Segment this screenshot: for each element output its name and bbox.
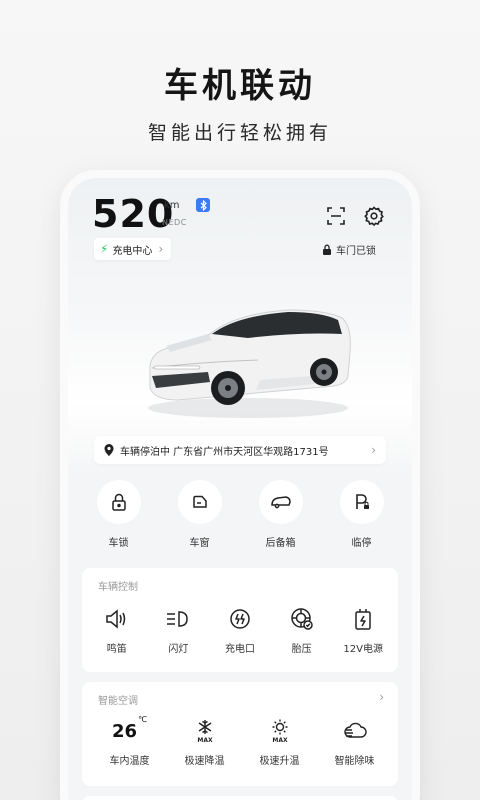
range-value: 520	[92, 192, 175, 236]
max-heat-icon: MAX	[267, 718, 293, 744]
temperature-readout: 26℃	[110, 714, 150, 744]
battery-12v-icon	[350, 606, 376, 632]
quick-action-temp-parking[interactable]: 临停	[332, 480, 392, 556]
temp-parking-icon	[339, 480, 384, 524]
climate-label: 极速降温	[184, 756, 225, 767]
card-title: 智能空调	[98, 696, 138, 707]
card-title: 车辆控制	[98, 582, 138, 593]
control-flash[interactable]: 闪灯	[148, 606, 210, 655]
control-12v-power[interactable]: 12V电源	[332, 606, 394, 655]
climate-row: 26℃ 车内温度 MAX 极速降温 MAX 极速升温 智能除味	[92, 714, 392, 768]
bluetooth-icon	[196, 198, 210, 212]
control-charge-port[interactable]: 充电口	[209, 606, 271, 655]
climate-label: 车内温度	[109, 756, 150, 767]
chevron-right-icon: ›	[158, 242, 164, 256]
quick-actions: 车锁 车窗 后备箱 临停	[78, 480, 402, 556]
vehicle-control-card: 车辆控制 鸣笛 闪灯 充电口 胎压 12V电源	[82, 568, 398, 672]
scan-icon[interactable]	[326, 206, 346, 226]
max-cool-icon: MAX	[192, 718, 218, 744]
quick-action-label: 车窗	[189, 538, 210, 549]
padlock-icon	[323, 244, 331, 255]
control-label: 胎压	[291, 644, 312, 655]
climate-deodorize[interactable]: 智能除味	[322, 718, 388, 767]
door-status-label: 车门已锁	[336, 246, 376, 257]
chevron-right-icon: ›	[371, 443, 376, 457]
climate-label: 极速升温	[259, 756, 300, 767]
location-label: 车辆停泊中 广东省广州市天河区华观路1731号	[120, 446, 329, 458]
climate-max-cool[interactable]: MAX 极速降温	[172, 718, 238, 767]
control-label: 闪灯	[168, 644, 189, 655]
lightning-icon: ⚡	[100, 242, 109, 256]
control-horn[interactable]: 鸣笛	[86, 606, 148, 655]
quick-action-window[interactable]: 车窗	[170, 480, 230, 556]
quick-action-lock[interactable]: 车锁	[89, 480, 149, 556]
next-card-peek	[82, 796, 398, 800]
quick-action-label: 临停	[351, 538, 372, 549]
quick-action-label: 车锁	[108, 538, 129, 549]
vehicle-location-bar[interactable]: 车辆停泊中 广东省广州市天河区华观路1731号 ›	[94, 436, 386, 464]
svg-text:MAX: MAX	[197, 737, 213, 744]
horn-icon	[104, 606, 130, 632]
lock-icon	[96, 480, 141, 524]
phone-frame: 520 km NEDC ⚡ 充电中心 › 车门已锁 车辆停泊中 广东省广州市天河…	[60, 170, 420, 800]
range-standard: NEDC	[162, 218, 187, 227]
charge-port-icon	[227, 606, 253, 632]
headlight-icon	[165, 606, 191, 632]
quick-action-label: 后备箱	[265, 538, 296, 549]
tire-pressure-icon	[289, 606, 315, 632]
quick-action-trunk[interactable]: 后备箱	[251, 480, 311, 556]
promo-title: 车机联动	[164, 66, 316, 106]
control-label: 鸣笛	[106, 644, 127, 655]
chevron-right-icon[interactable]: ›	[379, 690, 384, 704]
range-unit: km	[164, 200, 180, 211]
promo-subtitle: 智能出行轻松拥有	[147, 122, 332, 144]
svg-text:MAX: MAX	[272, 737, 288, 744]
window-icon	[177, 480, 222, 524]
charging-center-label: 充电中心	[112, 245, 153, 257]
app-screen: 520 km NEDC ⚡ 充电中心 › 车门已锁 车辆停泊中 广东省广州市天河…	[68, 178, 412, 800]
temperature-value: 26	[111, 720, 138, 742]
location-pin-icon	[104, 444, 114, 456]
climate-label: 智能除味	[334, 756, 375, 767]
vehicle-image	[138, 296, 358, 426]
settings-icon[interactable]	[364, 206, 384, 227]
control-label: 12V电源	[343, 644, 383, 655]
vehicle-control-row: 鸣笛 闪灯 充电口 胎压 12V电源	[86, 606, 394, 655]
trunk-icon	[258, 480, 303, 524]
control-tire-pressure[interactable]: 胎压	[271, 606, 333, 655]
temperature-unit: ℃	[138, 714, 148, 724]
climate-max-heat[interactable]: MAX 极速升温	[247, 718, 313, 767]
charging-center-button[interactable]: ⚡ 充电中心 ›	[94, 238, 172, 260]
climate-cabin-temp[interactable]: 26℃ 车内温度	[97, 714, 163, 768]
deodorize-icon	[342, 718, 368, 744]
control-label: 充电口	[224, 644, 255, 655]
climate-card: 智能空调 › 26℃ 车内温度 MAX 极速降温 MAX 极速升温 智能除味	[82, 682, 398, 786]
door-lock-status: 车门已锁	[322, 242, 376, 257]
